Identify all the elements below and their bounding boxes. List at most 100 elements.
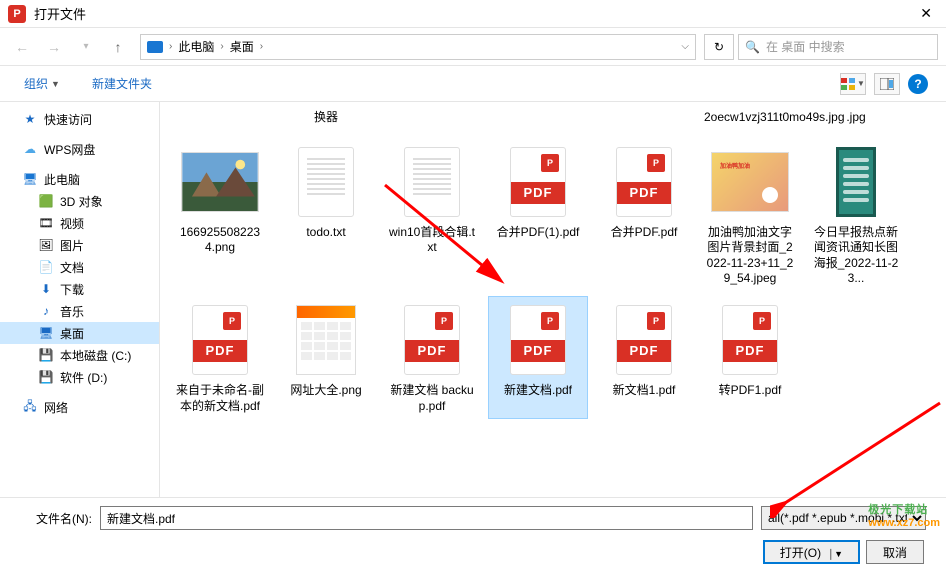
sidebar-item-software-d[interactable]: 💾 软件 (D:) bbox=[0, 366, 159, 388]
breadcrumb[interactable]: › 此电脑 › 桌面 › ⌵ bbox=[140, 34, 696, 60]
sidebar-item-pictures[interactable]: 🖼 图片 bbox=[0, 234, 159, 256]
file-label: 合并PDF(1).pdf bbox=[497, 225, 580, 241]
organize-label: 组织 bbox=[24, 75, 48, 92]
file-item-duck-jpeg[interactable]: 加油鸭加油 加油鸭加油文字图片背景封面_2022-11-23+11_29_54.… bbox=[700, 138, 800, 292]
desktop-icon: 🖥 bbox=[38, 325, 54, 341]
search-box[interactable]: 🔍 在 桌面 中搜索 bbox=[738, 34, 938, 60]
file-label: 加油鸭加油文字图片背景封面_2022-11-23+11_29_54.jpeg bbox=[705, 225, 795, 287]
file-item-win10-txt[interactable]: win10首段合辑.txt bbox=[382, 138, 482, 292]
file-item-landscape-png[interactable]: 1669255082234.png bbox=[170, 138, 270, 292]
file-item-newdoc[interactable]: PPDF 新建文档.pdf bbox=[488, 296, 588, 419]
titlebar: P 打开文件 ✕ bbox=[0, 0, 946, 28]
sidebar-label: 3D 对象 bbox=[60, 193, 103, 210]
sidebar-item-documents[interactable]: 📄 文档 bbox=[0, 256, 159, 278]
window-title: 打开文件 bbox=[34, 4, 914, 23]
file-item-newdoc1[interactable]: PPDF 新文档1.pdf bbox=[594, 296, 694, 419]
pc-icon: 🖥 bbox=[22, 171, 38, 187]
filename-input[interactable] bbox=[100, 506, 753, 530]
sidebar-item-videos[interactable]: 🎞 视频 bbox=[0, 212, 159, 234]
watermark-domain: www.xz7.com bbox=[868, 517, 940, 529]
file-item-unnamed-pdf[interactable]: PPDF 来自于未命名-副本的新文档.pdf bbox=[170, 296, 270, 419]
crumb-this-pc[interactable]: 此电脑 bbox=[178, 38, 214, 55]
sidebar: ★ 快速访问 ☁ WPS网盘 🖥 此电脑 🟩 3D 对象 🎞 视频 🖼 图片 📄… bbox=[0, 102, 160, 497]
file-label: 1669255082234.png bbox=[175, 225, 265, 256]
file-item-convert-pdf1[interactable]: PPDF 转PDF1.pdf bbox=[700, 296, 800, 419]
file-label: 今日早报热点新闻资讯通知长图海报_2022-11-23... bbox=[811, 225, 901, 287]
sidebar-label: 视频 bbox=[60, 215, 84, 232]
sidebar-item-desktop[interactable]: 🖥 桌面 bbox=[0, 322, 159, 344]
file-item-newdoc-backup[interactable]: PPDF 新建文档 backup.pdf bbox=[382, 296, 482, 419]
download-icon: ⬇ bbox=[38, 281, 54, 297]
new-folder-button[interactable]: 新建文件夹 bbox=[86, 73, 158, 94]
sidebar-item-this-pc[interactable]: 🖥 此电脑 bbox=[0, 168, 159, 190]
close-button[interactable]: ✕ bbox=[914, 3, 938, 24]
watermark-cn: 极光下载站 bbox=[868, 504, 928, 516]
sidebar-item-local-c[interactable]: 💾 本地磁盘 (C:) bbox=[0, 344, 159, 366]
sidebar-label: 音乐 bbox=[60, 303, 84, 320]
file-item-web-png[interactable]: 网址大全.png bbox=[276, 296, 376, 419]
breadcrumb-dropdown[interactable]: ⌵ bbox=[681, 41, 689, 52]
image-thumbnail: 加油鸭加油 bbox=[711, 152, 789, 212]
file-label-partial[interactable]: .jpg bbox=[806, 110, 906, 132]
sidebar-item-music[interactable]: ♪ 音乐 bbox=[0, 300, 159, 322]
up-button[interactable]: ↑ bbox=[104, 33, 132, 61]
sidebar-item-quick-access[interactable]: ★ 快速访问 bbox=[0, 108, 159, 130]
disk-icon: 💾 bbox=[38, 347, 54, 363]
forward-button[interactable]: → bbox=[40, 33, 68, 61]
file-label: 转PDF1.pdf bbox=[719, 383, 782, 399]
search-placeholder: 在 桌面 中搜索 bbox=[766, 38, 845, 55]
file-item-news-img[interactable]: 今日早报热点新闻资讯通知长图海报_2022-11-23... bbox=[806, 138, 906, 292]
filename-label: 文件名(N): bbox=[20, 510, 92, 527]
recent-dropdown[interactable]: ▾ bbox=[72, 33, 100, 61]
sidebar-item-network[interactable]: 🖧 网络 bbox=[0, 396, 159, 418]
picture-icon: 🖼 bbox=[38, 237, 54, 253]
file-item-merge-pdf[interactable]: PPDF 合并PDF.pdf bbox=[594, 138, 694, 292]
cloud-icon: ☁ bbox=[22, 141, 38, 157]
file-item-merge-pdf1[interactable]: PPDF 合并PDF(1).pdf bbox=[488, 138, 588, 292]
refresh-button[interactable]: ↻ bbox=[704, 34, 734, 60]
sidebar-label: 此电脑 bbox=[44, 171, 80, 188]
sidebar-item-3d-objects[interactable]: 🟩 3D 对象 bbox=[0, 190, 159, 212]
file-grid: 换器 2oecw1vzj311t0mo49s.jpg .jpg 16692550… bbox=[160, 102, 946, 497]
network-icon: 🖧 bbox=[22, 399, 38, 415]
footer: 文件名(N): all(*.pdf *.epub *.mobi *.txt * … bbox=[0, 497, 946, 572]
content-area: ★ 快速访问 ☁ WPS网盘 🖥 此电脑 🟩 3D 对象 🎞 视频 🖼 图片 📄… bbox=[0, 102, 946, 497]
image-thumbnail bbox=[836, 147, 876, 217]
file-label: 网址大全.png bbox=[290, 383, 361, 399]
open-button[interactable]: 打开(O) │▼ bbox=[763, 540, 860, 564]
file-label-partial[interactable]: 2oecw1vzj311t0mo49s.jpg bbox=[700, 110, 800, 132]
pdf-icon: PPDF bbox=[616, 147, 672, 217]
sidebar-label: WPS网盘 bbox=[44, 141, 95, 158]
new-folder-label: 新建文件夹 bbox=[92, 75, 152, 92]
txt-icon bbox=[298, 147, 354, 217]
cube-icon: 🟩 bbox=[38, 193, 54, 209]
sidebar-label: 网络 bbox=[44, 399, 68, 416]
sidebar-label: 桌面 bbox=[60, 325, 84, 342]
file-label: 来自于未命名-副本的新文档.pdf bbox=[175, 383, 265, 414]
file-label: todo.txt bbox=[306, 225, 345, 241]
disk-icon: 💾 bbox=[38, 369, 54, 385]
cancel-button[interactable]: 取消 bbox=[866, 540, 924, 564]
chevron-right-icon: › bbox=[220, 41, 223, 52]
search-icon: 🔍 bbox=[745, 40, 760, 54]
sidebar-label: 快速访问 bbox=[44, 111, 92, 128]
watermark: 极光下载站 www.xz7.com bbox=[868, 501, 940, 529]
file-label-partial[interactable]: 换器 bbox=[276, 110, 376, 132]
chevron-right-icon: › bbox=[260, 41, 263, 52]
pdf-icon: PPDF bbox=[510, 147, 566, 217]
crumb-desktop[interactable]: 桌面 bbox=[230, 38, 254, 55]
file-label: 新文档1.pdf bbox=[613, 383, 676, 399]
view-mode-button[interactable]: ▼ bbox=[840, 73, 866, 95]
chevron-right-icon: › bbox=[169, 41, 172, 52]
document-icon: 📄 bbox=[38, 259, 54, 275]
preview-pane-button[interactable] bbox=[874, 73, 900, 95]
pdf-icon: PPDF bbox=[616, 305, 672, 375]
navbar: ← → ▾ ↑ › 此电脑 › 桌面 › ⌵ ↻ 🔍 在 桌面 中搜索 bbox=[0, 28, 946, 66]
split-arrow-icon: │▼ bbox=[828, 549, 843, 559]
sidebar-item-downloads[interactable]: ⬇ 下载 bbox=[0, 278, 159, 300]
help-button[interactable]: ? bbox=[908, 74, 928, 94]
back-button[interactable]: ← bbox=[8, 33, 36, 61]
sidebar-item-wps[interactable]: ☁ WPS网盘 bbox=[0, 138, 159, 160]
organize-menu[interactable]: 组织 ▼ bbox=[18, 73, 66, 94]
file-item-todo-txt[interactable]: todo.txt bbox=[276, 138, 376, 292]
